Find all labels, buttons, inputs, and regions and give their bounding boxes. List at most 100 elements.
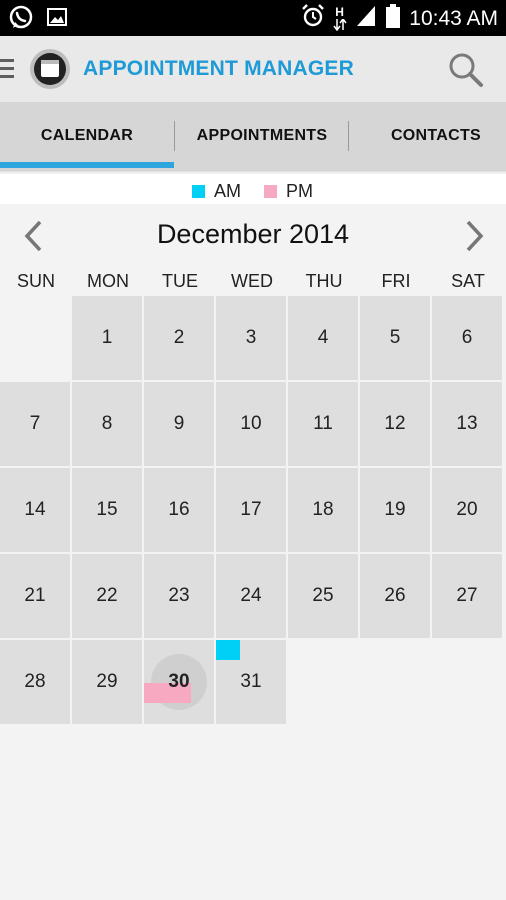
- day-number: 29: [96, 671, 118, 692]
- calendar-logo-icon[interactable]: [30, 49, 70, 89]
- day-number: 2: [173, 327, 185, 348]
- day-cell[interactable]: 22: [72, 554, 142, 638]
- network-label: H: [335, 4, 344, 19]
- alarm-icon: [301, 3, 325, 34]
- tabs-shadow: [0, 170, 506, 173]
- day-cell[interactable]: 8: [72, 382, 142, 466]
- day-number: 21: [24, 585, 46, 606]
- day-number: 19: [384, 499, 406, 520]
- day-cell[interactable]: 6: [432, 296, 502, 380]
- day-cell[interactable]: 29: [72, 640, 142, 724]
- next-month-button[interactable]: [462, 220, 486, 252]
- chevron-right-icon: [466, 220, 484, 252]
- signal-icon: [355, 4, 377, 33]
- day-number: 3: [245, 327, 257, 348]
- search-icon: [446, 53, 486, 94]
- day-cell[interactable]: 15: [72, 468, 142, 552]
- day-number: 5: [389, 327, 401, 348]
- day-cell[interactable]: 28: [0, 640, 70, 724]
- day-cell[interactable]: 19: [360, 468, 430, 552]
- pm-swatch: [264, 185, 277, 198]
- day-cell[interactable]: 30: [144, 640, 214, 724]
- day-number: 26: [384, 585, 406, 606]
- day-number: 10: [240, 413, 262, 434]
- day-number: 13: [456, 413, 478, 434]
- status-bar: H 10:43 AM: [0, 0, 506, 36]
- day-cell[interactable]: 11: [288, 382, 358, 466]
- day-cell[interactable]: 14: [0, 468, 70, 552]
- day-number: 18: [312, 499, 334, 520]
- battery-icon: [385, 3, 401, 34]
- legend-am: AM: [192, 181, 241, 202]
- legend-pm: PM: [264, 181, 313, 202]
- day-number: 27: [456, 585, 478, 606]
- day-number: 14: [24, 499, 46, 520]
- whatsapp-icon: [8, 4, 34, 35]
- day-cell[interactable]: 17: [216, 468, 286, 552]
- day-number: 31: [240, 671, 262, 692]
- day-number: 7: [29, 413, 41, 434]
- day-number: 9: [173, 413, 185, 434]
- day-number: 6: [461, 327, 473, 348]
- month-title: December 2014: [156, 219, 350, 249]
- day-cell[interactable]: 16: [144, 468, 214, 552]
- day-cell[interactable]: 4: [288, 296, 358, 380]
- day-cell[interactable]: 18: [288, 468, 358, 552]
- day-cell[interactable]: 27: [432, 554, 502, 638]
- weekday-sun: SUN: [16, 271, 55, 291]
- tab-calendar[interactable]: CALENDAR: [0, 102, 174, 170]
- day-cell[interactable]: 2: [144, 296, 214, 380]
- day-cell[interactable]: 9: [144, 382, 214, 466]
- network-h-icon: H: [333, 5, 347, 33]
- day-cell[interactable]: 10: [216, 382, 286, 466]
- tab-bar: CALENDAR APPOINTMENTS CONTACTS: [0, 102, 506, 170]
- day-cell[interactable]: 31: [216, 640, 286, 724]
- day-cell[interactable]: 23: [144, 554, 214, 638]
- am-swatch: [192, 185, 205, 198]
- weekday-thu: THU: [305, 271, 343, 291]
- weekday-wed: WED: [231, 271, 273, 291]
- day-number: 15: [96, 499, 118, 520]
- day-number: 16: [168, 499, 190, 520]
- clock-time: 10:43 AM: [409, 6, 498, 30]
- weekday-tue: TUE: [162, 271, 198, 291]
- day-cell[interactable]: 5: [360, 296, 430, 380]
- day-number: 1: [101, 327, 113, 348]
- weekday-mon: MON: [87, 271, 129, 291]
- day-number: 20: [456, 499, 478, 520]
- day-cell[interactable]: 26: [360, 554, 430, 638]
- day-cell[interactable]: 13: [432, 382, 502, 466]
- day-number: 11: [313, 413, 333, 434]
- day-cell[interactable]: 3: [216, 296, 286, 380]
- day-cell[interactable]: 7: [0, 382, 70, 466]
- day-cell[interactable]: 1: [72, 296, 142, 380]
- tab-appointments[interactable]: APPOINTMENTS: [175, 102, 349, 170]
- legend: AM PM: [0, 174, 506, 204]
- day-number: 25: [312, 585, 334, 606]
- weekday-sat: SAT: [451, 271, 485, 291]
- day-number: 17: [240, 499, 262, 520]
- tab-contacts[interactable]: CONTACTS: [349, 102, 506, 170]
- day-number: 22: [96, 585, 118, 606]
- app-bar: APPOINTMENT MANAGER: [0, 36, 506, 102]
- day-cell[interactable]: 24: [216, 554, 286, 638]
- day-number: 24: [240, 585, 262, 606]
- day-cell[interactable]: 12: [360, 382, 430, 466]
- weekday-fri: FRI: [381, 271, 411, 291]
- search-button[interactable]: [446, 50, 486, 90]
- day-number: 12: [384, 413, 406, 434]
- day-cell[interactable]: 25: [288, 554, 358, 638]
- day-number: 28: [24, 671, 46, 692]
- legend-pm-label: PM: [286, 181, 313, 201]
- day-number: 8: [101, 413, 113, 434]
- image-icon: [46, 6, 68, 33]
- legend-am-label: AM: [214, 181, 241, 201]
- app-title: APPOINTMENT MANAGER: [83, 57, 354, 80]
- day-number: 23: [168, 585, 190, 606]
- day-cell[interactable]: 20: [432, 468, 502, 552]
- day-number: 30: [168, 671, 190, 692]
- menu-icon[interactable]: [0, 59, 14, 79]
- day-number: 4: [317, 327, 329, 348]
- tab-indicator: [0, 162, 174, 168]
- day-cell[interactable]: 21: [0, 554, 70, 638]
